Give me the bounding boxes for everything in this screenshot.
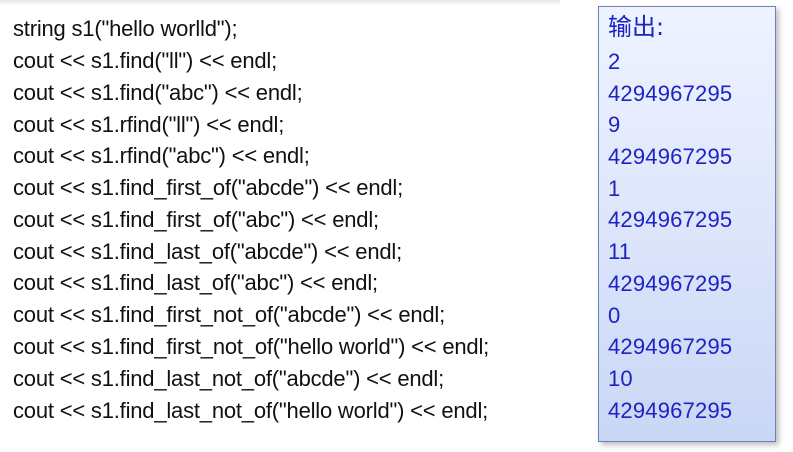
code-line-rfind-abc: cout << s1.rfind("abc") << endl;	[13, 143, 310, 168]
output-value: 2	[608, 49, 621, 74]
output-value: 4294967295	[608, 271, 733, 296]
output-title: 输出:	[608, 13, 665, 41]
code-panel: string s1("hello worlld"); cout << s1.fi…	[0, 0, 590, 452]
output-value: 4294967295	[608, 144, 733, 169]
code-line-find-first-not-of-abcde: cout << s1.find_first_not_of("abcde") <<…	[13, 302, 446, 327]
output-value: 4294967295	[608, 207, 733, 232]
output-value: 1	[608, 176, 621, 201]
code-line-find-ll: cout << s1.find("ll") << endl;	[13, 48, 277, 73]
code-line-find-last-not-of-hello-world: cout << s1.find_last_not_of("hello world…	[13, 398, 489, 423]
code-line-find-last-of-abc: cout << s1.find_last_of("abc") << endl;	[13, 270, 378, 295]
output-value: 4294967295	[608, 398, 733, 423]
code-line-find-first-of-abcde: cout << s1.find_first_of("abcde") << end…	[13, 175, 404, 200]
code-line-find-first-not-of-hello-world: cout << s1.find_first_not_of("hello worl…	[13, 334, 490, 359]
code-line-find-last-of-abcde: cout << s1.find_last_of("abcde") << endl…	[13, 239, 403, 264]
output-value: 4294967295	[608, 81, 733, 106]
code-line-find-first-of-abc: cout << s1.find_first_of("abc") << endl;	[13, 207, 379, 232]
output-value: 4294967295	[608, 334, 733, 359]
output-panel: 输出: 2 4294967295 9 4294967295 1 42949672…	[598, 6, 776, 442]
output-value: 9	[608, 112, 621, 137]
code-line-find-last-not-of-abcde: cout << s1.find_last_not_of("abcde") << …	[13, 366, 445, 391]
code-line-rfind-ll: cout << s1.rfind("ll") << endl;	[13, 112, 285, 137]
output-value: 0	[608, 303, 621, 328]
output-value: 11	[608, 239, 632, 264]
code-line-find-abc: cout << s1.find("abc") << endl;	[13, 80, 303, 105]
output-value: 10	[608, 366, 633, 391]
code-line-declaration: string s1("hello worlld");	[13, 16, 238, 41]
